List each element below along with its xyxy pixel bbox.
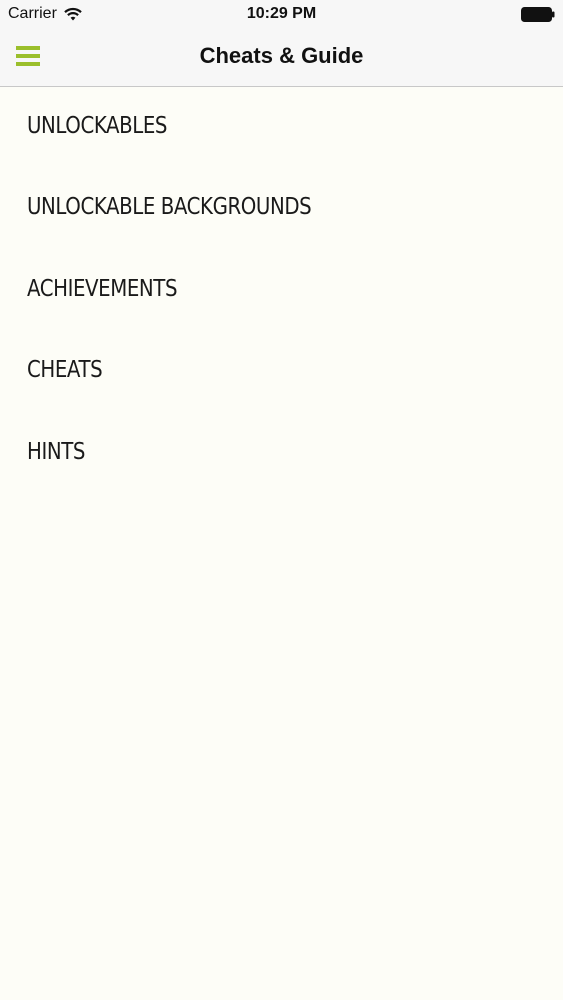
- menu-item-label: HINTS: [27, 438, 85, 465]
- menu-item-label: CHEATS: [27, 357, 103, 384]
- status-bar: Carrier 10:29 PM: [0, 0, 563, 30]
- menu-item-label: UNLOCKABLES: [27, 112, 168, 139]
- menu-item-achievements[interactable]: ACHIEVEMENTS: [0, 250, 563, 332]
- status-time: 10:29 PM: [246, 5, 317, 22]
- menu-item-label: UNLOCKABLE BACKGROUNDS: [27, 194, 312, 221]
- menu-item-label: ACHIEVEMENTS: [27, 275, 178, 302]
- menu-item-cheats[interactable]: CHEATS: [0, 332, 563, 414]
- battery-icon: [521, 7, 555, 22]
- navigation-bar: Cheats & Guide: [0, 30, 563, 87]
- guide-menu-list: UNLOCKABLES UNLOCKABLE BACKGROUNDS ACHIE…: [0, 87, 563, 495]
- menu-item-unlockable-backgrounds[interactable]: UNLOCKABLE BACKGROUNDS: [0, 169, 563, 251]
- menu-item-unlockables[interactable]: UNLOCKABLES: [0, 87, 563, 169]
- page-title: Cheats & Guide: [199, 43, 364, 68]
- menu-item-hints[interactable]: HINTS: [0, 413, 563, 495]
